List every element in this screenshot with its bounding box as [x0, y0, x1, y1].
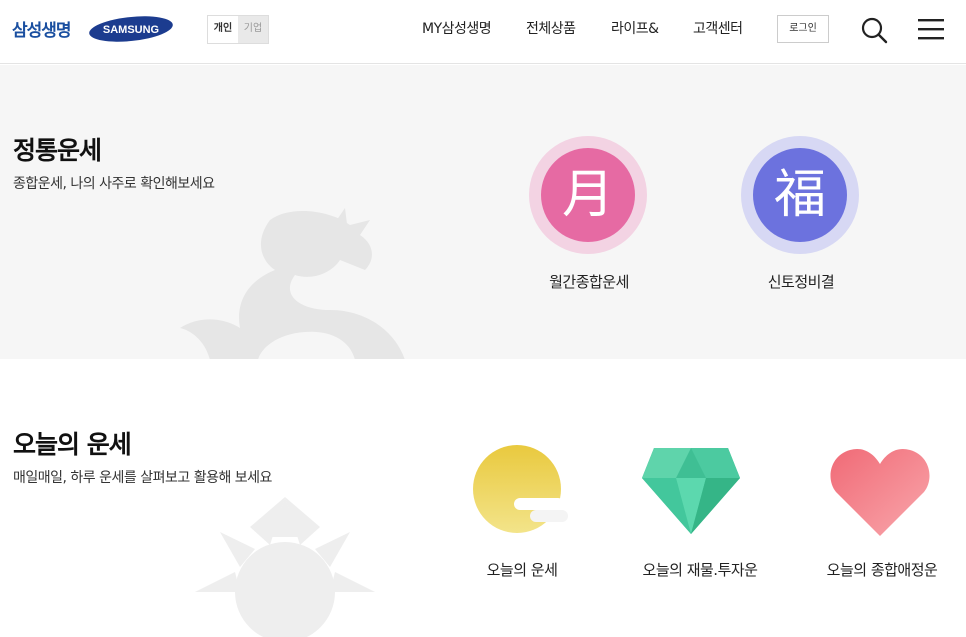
section-subtitle: 매일매일, 하루 운세를 살펴보고 활용해 보세요 — [13, 470, 272, 486]
sun-cloud-icon[interactable] — [470, 443, 572, 535]
customer-type-toggle[interactable]: 개인 기업 — [207, 15, 269, 44]
item-label[interactable]: 오늘의 재물.투자운 — [630, 559, 770, 580]
section-subtitle: 종합운세, 나의 사주로 확인해보세요 — [13, 176, 215, 192]
segment-personal[interactable]: 개인 — [208, 16, 238, 43]
segment-business[interactable]: 기업 — [238, 16, 268, 43]
nav-all-products[interactable]: 전체상품 — [526, 0, 576, 64]
search-icon[interactable] — [860, 16, 888, 44]
section-title: 오늘의 운세 — [13, 430, 132, 459]
moon-glyph: 月 — [541, 148, 635, 242]
item-label[interactable]: 신토정비결 — [742, 271, 860, 292]
moon-badge-icon[interactable]: 月 — [529, 136, 647, 254]
login-button[interactable]: 로그인 — [777, 15, 829, 43]
samsung-logo-text: SAMSUNG — [103, 24, 159, 36]
nav-customer-center[interactable]: 고객센터 — [693, 0, 743, 64]
diamond-icon[interactable] — [640, 448, 742, 534]
sun-watermark-icon — [195, 497, 375, 637]
nav-life[interactable]: 라이프& — [611, 0, 659, 64]
item-label[interactable]: 오늘의 종합애정운 — [815, 559, 949, 580]
hamburger-menu-icon[interactable] — [918, 17, 944, 41]
today-fortune-section: 오늘의 운세 매일매일, 하루 운세를 살펴보고 활용해 보세요 오늘의 운세 … — [0, 359, 966, 637]
nav-my-samsung[interactable]: MY삼성생명 — [422, 0, 492, 64]
traditional-fortune-section: 정통운세 종합운세, 나의 사주로 확인해보세요 月 월간종합운세 福 신토정비… — [0, 65, 966, 359]
dragon-watermark-icon — [180, 208, 405, 359]
fortune-badge-icon[interactable]: 福 — [741, 136, 859, 254]
item-label[interactable]: 월간종합운세 — [530, 271, 648, 292]
brand-logo-text[interactable]: 삼성생명 — [12, 16, 72, 41]
heart-icon[interactable] — [830, 448, 930, 536]
section-title: 정통운세 — [13, 136, 102, 165]
samsung-logo[interactable]: SAMSUNG — [88, 15, 174, 43]
site-header: 삼성생명 SAMSUNG 개인 기업 MY삼성생명 전체상품 라이프& 고객센터… — [0, 0, 966, 64]
fortune-glyph: 福 — [753, 148, 847, 242]
item-label[interactable]: 오늘의 운세 — [462, 559, 582, 580]
